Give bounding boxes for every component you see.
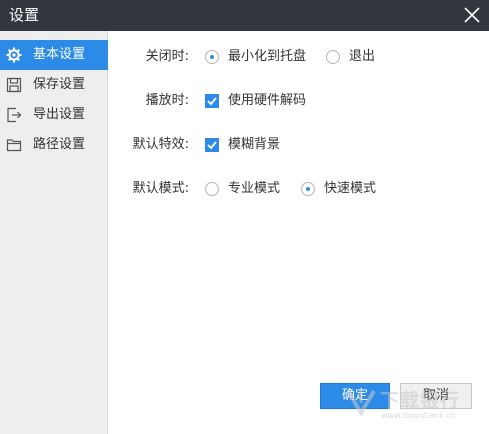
- sidebar: 基本设置 保存设置 导出设置 路径设置: [0, 31, 108, 434]
- save-icon: [6, 77, 22, 93]
- radio-label: 快速模式: [324, 181, 377, 196]
- sidebar-item-label: 保存设置: [33, 77, 86, 92]
- sidebar-item-basic[interactable]: 基本设置: [0, 40, 108, 70]
- sidebar-item-export[interactable]: 导出设置: [0, 100, 108, 130]
- default-mode-label: 默认模式:: [132, 181, 189, 196]
- quick-mode-radio[interactable]: 快速模式: [301, 178, 386, 200]
- window-title: 设置: [9, 6, 40, 24]
- default-effect-label: 默认特效:: [132, 137, 189, 152]
- sidebar-item-path[interactable]: 路径设置: [0, 130, 108, 160]
- export-icon: [6, 107, 22, 123]
- close-action-label: 关闭时:: [145, 49, 189, 64]
- professional-mode-radio[interactable]: 专业模式: [205, 178, 290, 200]
- blur-background-checkbox[interactable]: 模糊背景: [205, 134, 295, 156]
- checkbox-checked: [205, 94, 219, 108]
- playback-row: 播放时: 使用硬件解码: [108, 90, 489, 112]
- sidebar-item-label: 导出设置: [33, 107, 86, 122]
- default-mode-row: 默认模式: 专业模式 快速模式: [108, 178, 489, 200]
- folder-icon: [6, 137, 22, 153]
- title-bar: 设置: [0, 0, 489, 31]
- default-effect-row: 默认特效: 模糊背景: [108, 134, 489, 156]
- radio-unselected: [205, 182, 219, 196]
- radio-unselected: [326, 50, 340, 64]
- hardware-decode-checkbox[interactable]: 使用硬件解码: [205, 90, 315, 112]
- sidebar-item-label: 路径设置: [33, 137, 86, 152]
- radio-label: 最小化到托盘: [228, 49, 307, 64]
- checkbox-label: 模糊背景: [228, 137, 281, 152]
- exit-radio[interactable]: 退出: [326, 46, 386, 68]
- radio-label: 专业模式: [228, 181, 281, 196]
- close-icon[interactable]: [461, 4, 483, 26]
- playback-label: 播放时:: [145, 93, 189, 108]
- ok-button[interactable]: 确定: [320, 383, 390, 409]
- close-action-row: 关闭时: 最小化到托盘 退出: [108, 46, 489, 68]
- radio-label: 退出: [349, 49, 376, 64]
- sidebar-item-label: 基本设置: [33, 47, 86, 62]
- gear-icon: [6, 47, 22, 63]
- checkbox-checked: [205, 138, 219, 152]
- sidebar-item-save[interactable]: 保存设置: [0, 70, 108, 100]
- checkbox-label: 使用硬件解码: [228, 93, 307, 108]
- radio-selected: [301, 182, 315, 196]
- watermark-url: www.downbank.cn: [381, 411, 456, 420]
- radio-selected: [205, 50, 219, 64]
- cancel-button[interactable]: 取消: [400, 383, 472, 409]
- minimize-to-tray-radio[interactable]: 最小化到托盘: [205, 46, 315, 68]
